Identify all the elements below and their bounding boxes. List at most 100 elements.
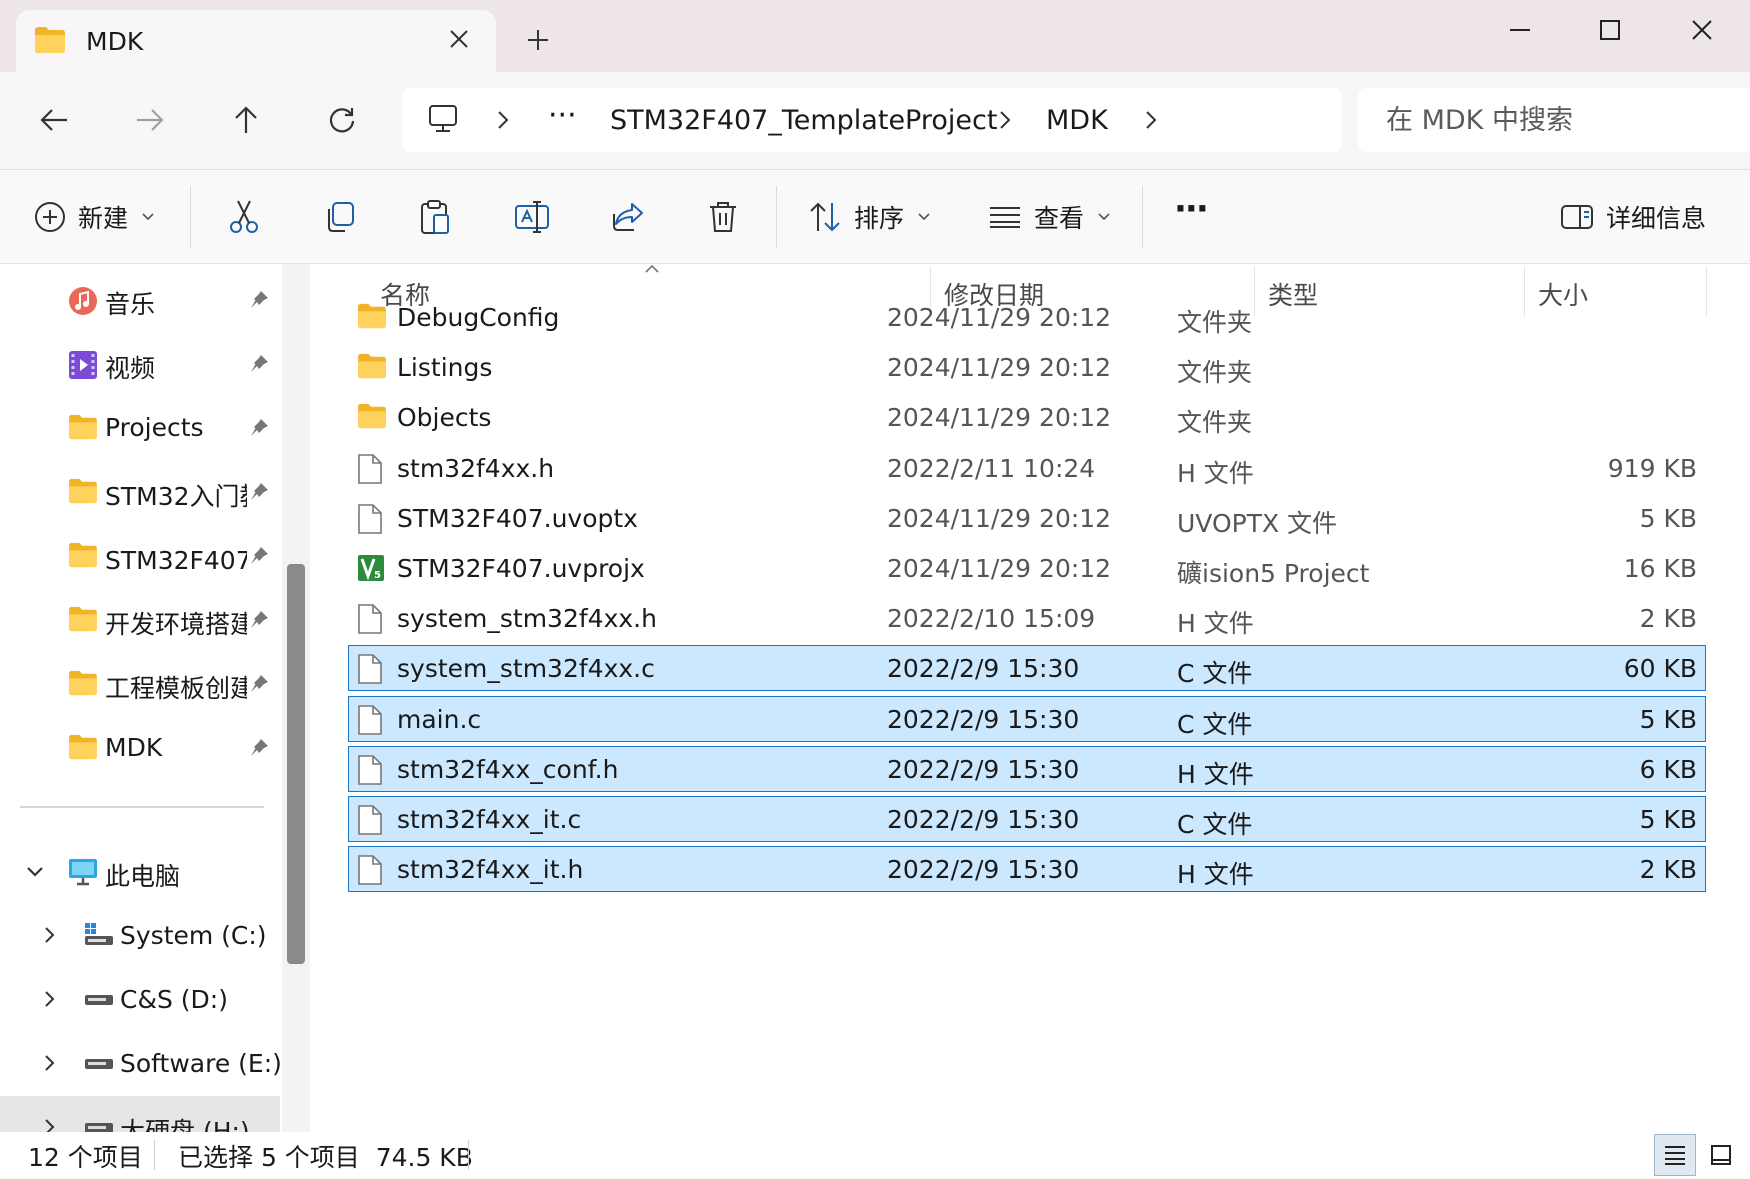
table-row[interactable]: system_stm32f4xx.h 2022/2/10 15:09 H 文件 2 K… [348,595,1706,641]
back-arrow-icon[interactable] [30,96,78,144]
sort-button[interactable]: 排序 [808,192,930,242]
table-row[interactable]: DebugConfig 2024/11/29 20:12 文件夹 [348,294,1706,340]
file-icon [357,754,383,785]
search-box[interactable] [1358,88,1750,152]
rename-button[interactable] [514,192,550,242]
new-button[interactable]: 新建 [34,192,154,242]
close-icon[interactable] [448,28,470,50]
folder-icon [68,670,98,696]
table-row[interactable]: Objects 2024/11/29 20:12 文件夹 [348,394,1706,440]
table-row[interactable]: system_stm32f4xx.c 2022/2/9 15:30 C 文件 60 K… [348,645,1706,692]
table-row[interactable]: 5 STM32F407.uvprojx 2024/11/29 20:12 礦ision… [348,545,1706,591]
table-row[interactable]: Listings 2024/11/29 20:12 文件夹 [348,344,1706,390]
selection-info: 已选择 5 个项目 74.5 KB [178,1143,473,1172]
sidebar-item-drive-d[interactable]: C&S (D:) [0,972,280,1028]
breadcrumb-overflow[interactable]: ··· [548,98,577,133]
delete-button[interactable] [708,192,738,242]
chevron-right-icon[interactable] [1144,109,1158,131]
tiles-view-icon[interactable] [1700,1134,1742,1176]
table-row[interactable]: stm32f4xx.h 2022/2/11 10:24 H 文件 919 KB [348,445,1706,491]
file-date: 2022/2/11 10:24 [887,453,1096,483]
forward-arrow-icon[interactable] [126,96,174,144]
sidebar-item-stm32f407[interactable]: STM32F407模 [0,528,280,584]
pin-icon[interactable] [248,353,270,375]
new-tab-icon[interactable] [526,28,550,52]
sidebar-item-template[interactable]: 工程模板创建 [0,656,280,712]
file-icon [357,805,383,835]
command-bar: 新建 排序 查看 ··· 详细信息 [0,170,1750,264]
share-icon [612,202,644,232]
details-label: 详细信息 [1606,204,1707,233]
pin-icon[interactable] [248,673,270,695]
details-view-icon[interactable] [1654,1134,1696,1176]
pin-icon[interactable] [248,737,270,759]
pin-icon[interactable] [248,417,270,439]
file-name: STM32F407.uvoptx [397,503,638,533]
file-icon [357,704,383,735]
minimize-icon[interactable] [1492,10,1548,50]
file-name: STM32F407.uvprojx [397,554,645,583]
table-row[interactable]: stm32f4xx_it.h 2022/2/9 15:30 H 文件 2 KB [348,846,1706,893]
pin-icon[interactable] [248,609,270,631]
file-icon [357,855,383,885]
pin-icon[interactable] [248,545,270,567]
sidebar-item-video[interactable]: 视频 [0,336,280,392]
file-name: stm32f4xx_it.h [397,855,584,885]
file-size: 5 KB [1639,805,1697,834]
table-row[interactable]: stm32f4xx_it.c 2022/2/9 15:30 C 文件 5 KB [348,796,1706,842]
sidebar-item-this-pc[interactable]: 此电脑 [0,844,280,900]
file-size: 2 KB [1639,604,1697,634]
file-type: H 文件 [1177,458,1254,488]
sidebar-item-drive-e[interactable]: Software (E:) [0,1036,282,1092]
up-arrow-icon[interactable] [222,96,270,144]
sidebar-item-drive-c[interactable]: System (C:) [0,908,280,964]
status-divider [154,1140,155,1170]
pin-icon[interactable] [248,289,270,311]
cut-button[interactable] [228,192,260,242]
file-date: 2024/11/29 20:12 [887,503,1112,533]
table-row[interactable]: stm32f4xx_conf.h 2022/2/9 15:30 H 文件 6 KB [348,745,1706,792]
share-button[interactable] [612,192,644,242]
file-date: 2022/2/9 15:30 [887,704,1080,734]
sidebar-scroll-thumb[interactable] [287,564,305,964]
chevron-down-icon[interactable] [26,866,44,878]
chevron-right-icon[interactable] [44,926,56,944]
refresh-icon[interactable] [318,96,366,144]
pin-icon[interactable] [248,481,270,503]
search-input[interactable] [1386,100,1726,140]
sidebar-item-stm32-intro[interactable]: STM32入门教 [0,464,280,520]
maximize-icon[interactable] [1582,10,1638,50]
table-row[interactable]: main.c 2022/2/9 15:30 C 文件 5 KB [348,695,1706,742]
navigation-bar: ··· STM32F407_TemplateProject MDK [0,72,1750,170]
navigation-pane: 音乐 视频 Projects STM32入门教 [0,264,310,1132]
toolbar-divider [1142,186,1143,248]
view-button[interactable]: 查看 [988,192,1110,242]
window-close-icon[interactable] [1674,10,1730,50]
copy-button[interactable] [324,192,356,242]
table-row[interactable]: STM32F407.uvoptx 2024/11/29 20:12 UVOPTX 文… [348,495,1706,541]
address-bar[interactable]: ··· STM32F407_TemplateProject MDK [402,88,1342,152]
file-date: 2024/11/29 20:12 [887,554,1112,583]
breadcrumb-mdk[interactable]: MDK [1046,105,1108,136]
sidebar-item-music[interactable]: 音乐 [0,272,280,328]
sidebar-item-projects[interactable]: Projects [0,400,280,456]
chevron-right-icon[interactable] [44,1118,56,1132]
chevron-down-icon [918,213,930,221]
file-type: 礦ision5 Project [1177,559,1370,588]
folder-icon [68,414,98,440]
column-divider[interactable] [1706,266,1707,316]
chevron-right-icon[interactable] [44,990,56,1008]
music-icon [68,286,98,316]
details-pane-button[interactable]: 详细信息 [1560,192,1706,242]
tab-mdk[interactable]: MDK [16,10,496,72]
sidebar-item-dev-env[interactable]: 开发环境搭建 [0,592,280,648]
add-circle-icon [34,201,66,233]
more-options-button[interactable]: ··· [1174,184,1209,234]
view-label: 查看 [1034,204,1085,233]
file-type: 文件夹 [1177,308,1253,337]
sidebar-item-mdk[interactable]: MDK [0,720,280,776]
sidebar-item-drive-h[interactable]: 大硬盘 (H:) [0,1096,280,1132]
chevron-right-icon[interactable] [44,1054,56,1072]
paste-button[interactable] [420,192,452,242]
breadcrumb-template-project[interactable]: STM32F407_TemplateProject [610,105,997,136]
